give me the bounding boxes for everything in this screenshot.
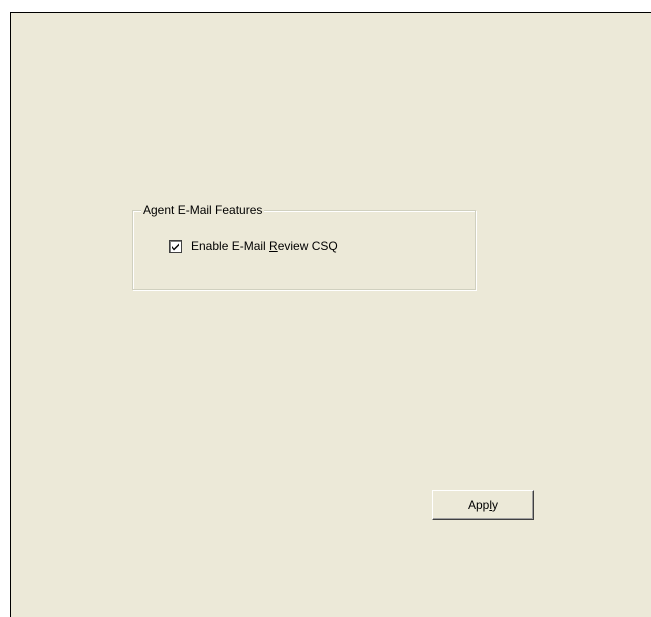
agent-email-features-group: Agent E-Mail Features Enable E-Mail Revi… — [132, 202, 476, 290]
label-prefix: Enable E-Mail — [191, 239, 270, 253]
checkmark-icon — [172, 243, 179, 250]
apply-label-prefix: App — [467, 498, 490, 512]
settings-panel: Agent E-Mail Features Enable E-Mail Revi… — [10, 12, 651, 617]
enable-email-review-csq-checkbox-row[interactable]: Enable E-Mail Review CSQ — [169, 238, 338, 254]
enable-email-review-csq-label: Enable E-Mail Review CSQ — [191, 238, 338, 254]
apply-button[interactable]: App l y — [432, 490, 534, 520]
group-legend: Agent E-Mail Features — [141, 202, 265, 218]
apply-label-suffix: y — [492, 498, 499, 512]
enable-email-review-csq-checkbox[interactable] — [169, 239, 182, 253]
label-suffix: eview CSQ — [277, 239, 338, 253]
label-mnemonic: R — [269, 239, 278, 253]
